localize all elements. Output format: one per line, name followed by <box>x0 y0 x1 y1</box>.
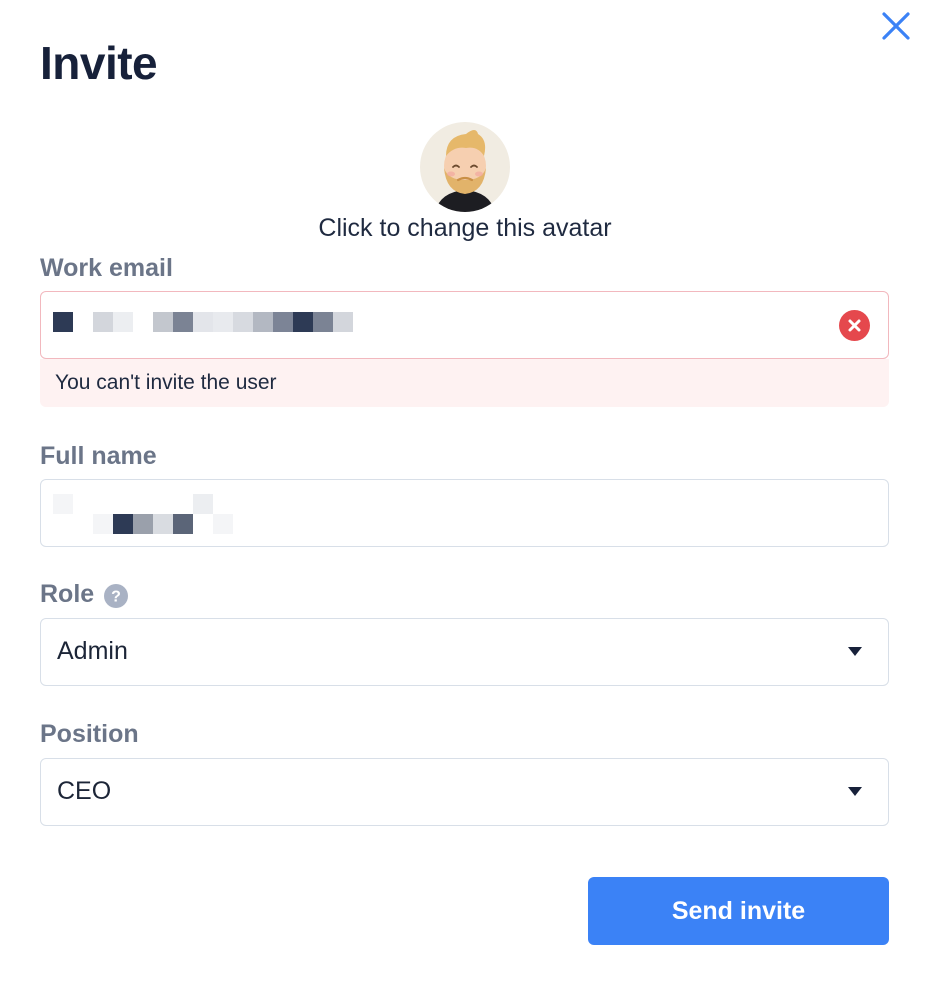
svg-text:?: ? <box>111 589 121 606</box>
question-circle-icon: ? <box>104 584 128 608</box>
dialog-title: Invite <box>40 37 158 89</box>
position-select[interactable]: CEO <box>40 758 889 826</box>
avatar-caption[interactable]: Click to change this avatar <box>0 214 930 243</box>
send-invite-button[interactable]: Send invite <box>588 877 889 945</box>
position-selected-value: CEO <box>57 777 112 805</box>
full-name-label: Full name <box>40 442 157 470</box>
avatar[interactable] <box>420 122 510 212</box>
role-select[interactable]: Admin <box>40 618 889 686</box>
redacted-email-value <box>53 312 353 332</box>
role-label: Role <box>40 580 95 608</box>
redacted-name-value <box>53 494 233 534</box>
email-error-message: You can't invite the user <box>55 371 277 394</box>
bearded-man-avatar-icon <box>420 122 510 212</box>
work-email-label: Work email <box>40 254 173 282</box>
full-name-field[interactable] <box>40 479 889 547</box>
close-icon <box>882 12 910 40</box>
work-email-field[interactable] <box>40 291 889 359</box>
position-label: Position <box>40 720 139 748</box>
chevron-down-icon <box>848 647 862 656</box>
close-button[interactable] <box>878 8 914 44</box>
email-error-box: You can't invite the user <box>40 359 889 407</box>
role-selected-value: Admin <box>57 637 128 665</box>
role-help-button[interactable]: ? <box>104 584 128 608</box>
clear-error-button[interactable] <box>839 310 870 341</box>
clear-error-icon <box>839 310 870 341</box>
chevron-down-icon <box>848 787 862 796</box>
